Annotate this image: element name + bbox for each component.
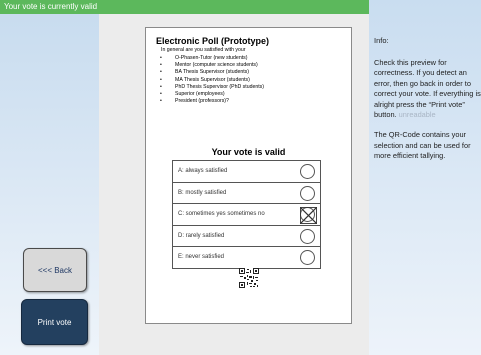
- empty-circle-icon: [300, 185, 315, 201]
- answer-option-b: B: mostly satisfied: [172, 181, 321, 204]
- answer-option-label: C: sometimes yes sometimes no: [178, 211, 265, 218]
- answer-option-c: C: sometimes yes sometimes no: [172, 203, 321, 226]
- print-vote-button[interactable]: Print vote: [21, 299, 88, 345]
- crossed-circle-icon: [300, 207, 317, 224]
- info-panel: [369, 0, 481, 355]
- vote-valid-heading: Your vote is valid: [211, 147, 286, 157]
- answer-option-label: B: mostly satisfied: [178, 189, 227, 196]
- answer-option-label: D: rarely satisfied: [178, 232, 225, 239]
- poll-question: In general are you satisfied with your: [161, 47, 246, 53]
- info-text: Check this preview for correctness. If y…: [374, 58, 481, 172]
- empty-circle-icon: [300, 250, 315, 265]
- answer-option-label: E: never satisfied: [178, 254, 225, 261]
- answer-option-e: E: never satisfied: [172, 246, 321, 269]
- cross-mark-icon: [300, 207, 317, 224]
- empty-circle-icon: [300, 164, 315, 179]
- role-item: O-Phasen-Tutor (new students): [154, 55, 264, 62]
- vote-status-bar: Your vote is currently valid: [0, 0, 369, 14]
- role-item: BA Thesis Supervisor (students): [154, 69, 264, 76]
- info-title: Info:: [374, 36, 389, 45]
- vote-status-text: Your vote is currently valid: [4, 2, 98, 11]
- role-item: MA Thesis Supervisor (students): [154, 77, 264, 84]
- answer-option-d: D: rarely satisfied: [172, 224, 321, 247]
- empty-circle-icon: [300, 228, 315, 244]
- ballot-preview: Electronic Poll (Prototype) In general a…: [145, 27, 352, 324]
- back-button[interactable]: <<< Back: [23, 248, 87, 292]
- role-item: Mentor (computer science students): [154, 62, 264, 69]
- info-paragraph-preview: Check this preview for correctness. If y…: [374, 58, 481, 120]
- qr-code-icon: [239, 268, 259, 288]
- info-paragraph-qr: The QR-Code contains your selection and …: [374, 130, 471, 161]
- role-item: Superior (employees): [154, 91, 264, 98]
- answer-option-label: A: always satisfied: [178, 168, 228, 175]
- role-item: PhD Thesis Supervisor (PhD students): [154, 84, 264, 91]
- poll-title: Electronic Poll (Prototype): [156, 36, 270, 46]
- info-faded-word: unreadable: [398, 110, 436, 120]
- role-list: O-Phasen-Tutor (new students) Mentor (co…: [154, 55, 264, 106]
- role-item: President (professors)?: [154, 98, 264, 105]
- print-vote-button-label: Print vote: [37, 317, 72, 327]
- back-button-label: <<< Back: [37, 265, 73, 275]
- answer-options: A: always satisfied B: mostly satisfied …: [172, 160, 321, 269]
- answer-option-a: A: always satisfied: [172, 160, 321, 183]
